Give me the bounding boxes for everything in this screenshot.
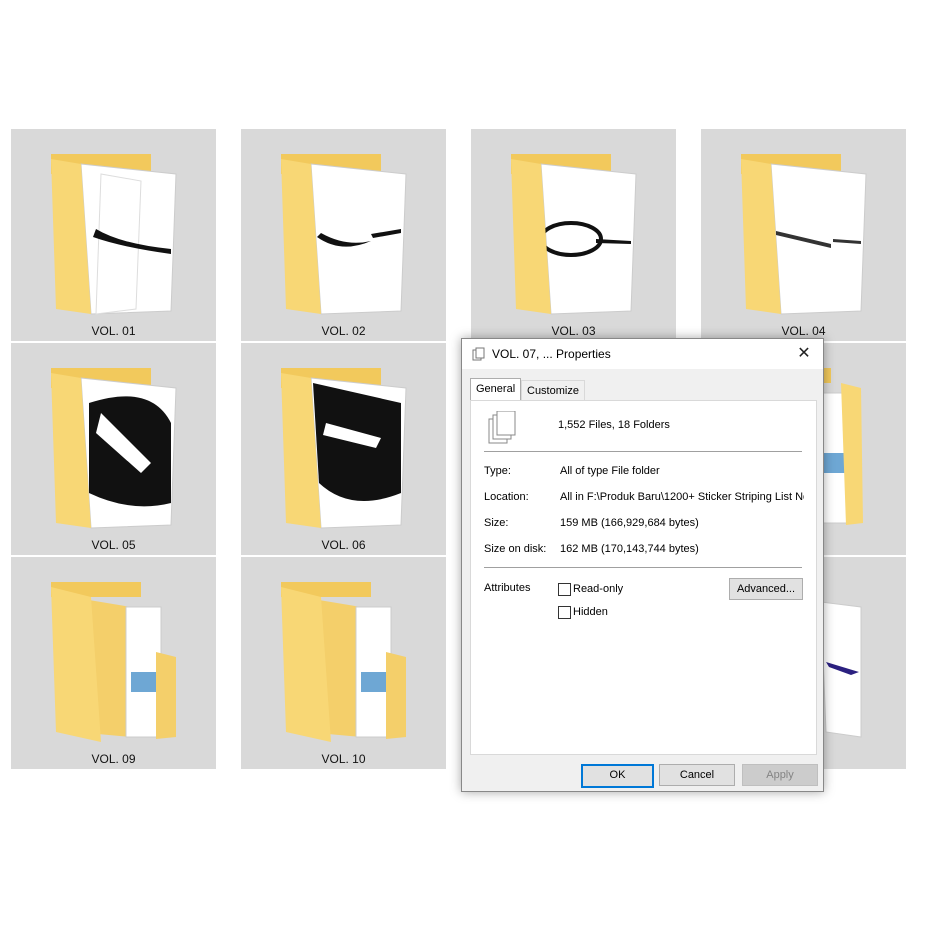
sticker-folder-icon: [51, 154, 177, 315]
close-icon[interactable]: ✕: [793, 343, 815, 365]
properties-dialog: VOL. 07, ... Properties ✕ General Custom…: [461, 338, 824, 792]
separator: [484, 567, 802, 568]
folder-tile[interactable]: VOL. 04: [701, 129, 906, 341]
cancel-button[interactable]: Cancel: [659, 764, 735, 786]
type-value: All of type File folder: [560, 465, 660, 477]
title-bar: VOL. 07, ... Properties ✕: [462, 339, 823, 369]
dialog-title: VOL. 07, ... Properties: [492, 347, 611, 361]
hidden-label: Hidden: [573, 606, 608, 618]
sticker-folder-icon: [51, 368, 177, 529]
separator: [484, 451, 802, 452]
folder-label: VOL. 02: [321, 324, 366, 338]
hidden-checkbox[interactable]: [558, 606, 571, 619]
file-count-summary: 1,552 Files, 18 Folders: [558, 419, 670, 431]
size-value: 159 MB (166,929,684 bytes): [560, 517, 699, 529]
folder-tile[interactable]: VOL. 01: [11, 129, 216, 341]
folder-label: VOL. 09: [91, 752, 136, 766]
ok-button[interactable]: OK: [581, 764, 654, 788]
location-label: Location:: [484, 491, 529, 503]
folder-tile[interactable]: VOL. 09: [11, 557, 216, 769]
sticker-folder-icon: [741, 154, 867, 315]
folder-tile[interactable]: VOL. 02: [241, 129, 446, 341]
folder-label: VOL. 01: [91, 324, 136, 338]
multiple-files-icon: [488, 411, 516, 444]
documents-folder-icon: [281, 582, 406, 742]
advanced-button[interactable]: Advanced...: [729, 578, 803, 600]
readonly-label: Read-only: [573, 583, 624, 595]
general-panel: 1,552 Files, 18 Folders Type: All of typ…: [470, 400, 817, 755]
size-label: Size:: [484, 517, 509, 529]
tab-general[interactable]: General: [470, 378, 522, 401]
apply-button[interactable]: Apply: [742, 764, 818, 786]
attributes-label: Attributes: [484, 582, 531, 594]
size-on-disk-value: 162 MB (170,143,744 bytes): [560, 543, 699, 555]
documents-folder-icon: [51, 582, 176, 742]
folder-tile[interactable]: VOL. 05: [11, 343, 216, 555]
folder-tile[interactable]: VOL. 10: [241, 557, 446, 769]
folder-tile[interactable]: VOL. 03: [471, 129, 676, 341]
tab-customize[interactable]: Customize: [521, 380, 585, 401]
folder-label: VOL. 06: [321, 538, 366, 552]
folder-tile[interactable]: VOL. 06: [241, 343, 446, 555]
folder-label: VOL. 10: [321, 752, 366, 766]
sticker-folder-icon: [281, 154, 407, 315]
size-on-disk-label: Size on disk:: [484, 543, 547, 555]
location-value: All in F:\Produk Baru\1200+ Sticker Stri…: [560, 491, 804, 503]
sticker-folder-icon: [511, 154, 637, 315]
readonly-checkbox[interactable]: [558, 583, 571, 596]
sticker-folder-icon: [281, 368, 407, 529]
type-label: Type:: [484, 465, 511, 477]
folder-label: VOL. 05: [91, 538, 136, 552]
files-icon: [472, 347, 485, 361]
